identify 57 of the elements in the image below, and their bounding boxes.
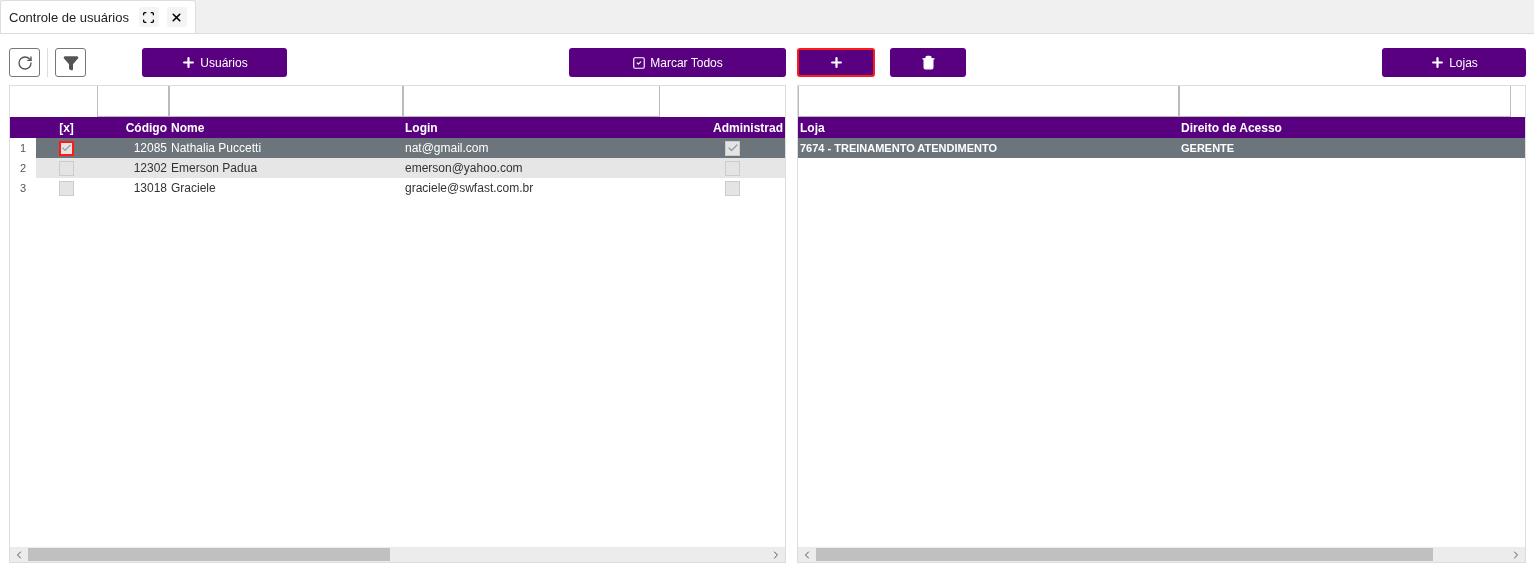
add-icon-button[interactable]	[797, 48, 875, 77]
code-filter-field[interactable]	[97, 86, 169, 117]
filter-icon	[62, 54, 79, 71]
row-checkbox[interactable]	[59, 160, 74, 176]
login-filter-field[interactable]	[403, 86, 660, 117]
horizontal-scrollbar[interactable]	[10, 547, 785, 562]
table-row[interactable]: 7674 - TREINAMENTO ATENDIMENTO GERENTE	[798, 138, 1525, 158]
column-header[interactable]: Loja	[798, 120, 1179, 135]
store-filter-field[interactable]	[798, 86, 1179, 117]
table-cell-text: 13018	[132, 181, 168, 195]
check-all-button[interactable]: Marcar Todos	[569, 48, 786, 77]
check-icon	[61, 142, 72, 154]
plus-icon	[828, 55, 844, 70]
column-header[interactable]: Código	[97, 120, 169, 135]
horizontal-scrollbar[interactable]	[798, 547, 1525, 562]
table-row[interactable]: 1 12085 Nathalia Puccetti nat@gmail.com	[10, 138, 785, 158]
row-number: 2	[10, 158, 36, 178]
table-cell-text: 12302	[132, 161, 168, 175]
add-button[interactable]: Lojas	[1382, 48, 1526, 77]
column-header[interactable]: [x]	[36, 120, 97, 135]
plus-icon	[181, 55, 197, 70]
column-header[interactable]: Login	[403, 120, 660, 135]
maximize-icon[interactable]	[138, 7, 159, 27]
refresh-button[interactable]	[9, 48, 40, 77]
tab[interactable]: Controle de usuários	[0, 0, 196, 33]
trash-icon	[920, 55, 936, 70]
table-cell-text: nat@gmail.com	[404, 141, 490, 155]
admin-checkbox[interactable]	[725, 140, 740, 156]
admin-checkbox[interactable]	[725, 180, 740, 196]
filter-button[interactable]	[55, 48, 86, 77]
column-header[interactable]: Nome	[169, 120, 403, 135]
maximize-glyph-icon	[142, 10, 156, 24]
close-icon[interactable]	[166, 7, 187, 27]
column-header[interactable]: Administrad	[660, 120, 785, 135]
check-icon	[726, 142, 739, 154]
table-cell-text: 7674 - TREINAMENTO ATENDIMENTO	[799, 142, 998, 154]
column-header[interactable]: Direito de Acesso	[1179, 120, 1511, 135]
table-cell-text: Emerson Padua	[170, 161, 259, 175]
access-filter-field[interactable]	[1179, 86, 1511, 117]
table-row[interactable]: 2 12302 Emerson Padua emerson@yahoo.com	[10, 158, 785, 178]
add-button[interactable]: Usuários	[142, 48, 287, 77]
tab-title: Controle de usuários	[9, 9, 129, 25]
admin-checkbox[interactable]	[725, 160, 740, 176]
table-cell-text: GERENTE	[1180, 142, 1236, 154]
row-checkbox[interactable]	[59, 140, 74, 156]
checkbox-icon	[632, 55, 647, 70]
row-checkbox[interactable]	[59, 180, 74, 196]
table-cell-text: emerson@yahoo.com	[404, 161, 524, 175]
table-cell-text: 12085	[132, 141, 168, 155]
plus-icon	[1430, 55, 1446, 70]
table-cell-text: graciele@swfast.com.br	[404, 181, 535, 195]
row-number: 1	[10, 138, 36, 158]
table-cell-text: Graciele	[170, 181, 217, 195]
refresh-icon	[16, 54, 33, 71]
name-filter-field[interactable]	[169, 86, 403, 117]
table-cell-text: Nathalia Puccetti	[170, 141, 263, 155]
delete-button[interactable]	[890, 48, 966, 77]
